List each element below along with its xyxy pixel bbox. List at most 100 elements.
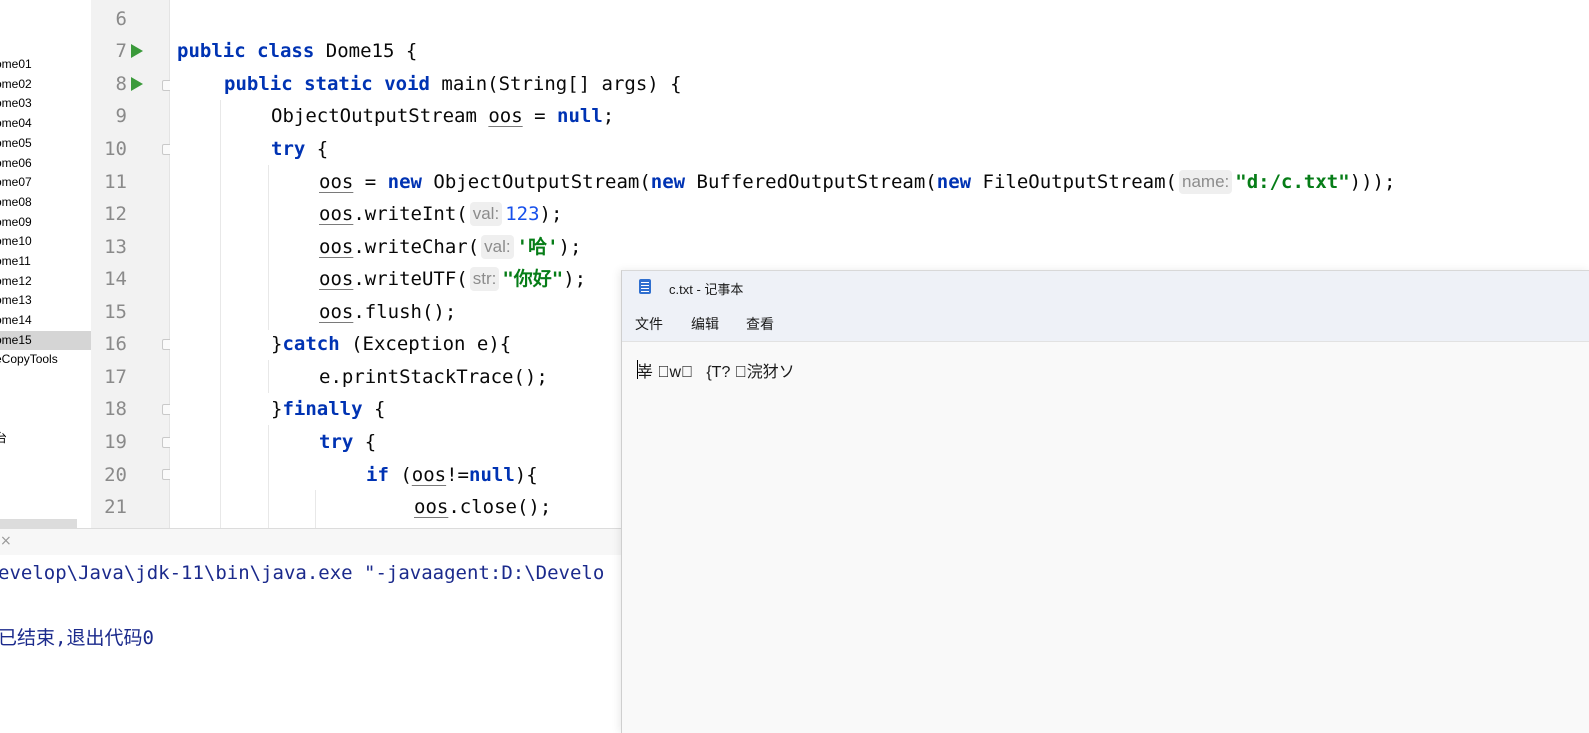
close-icon[interactable]: × <box>0 533 12 549</box>
code-text: ObjectOutputStream <box>271 105 489 127</box>
line-number: 21 <box>104 496 127 518</box>
line-number: 16 <box>104 333 127 355</box>
keyword: new <box>936 171 972 193</box>
variable: oos <box>319 171 354 193</box>
tree-item[interactable]: ome01 <box>0 55 91 74</box>
code-line-13: oos.writeChar(val: '哈'); <box>319 231 581 263</box>
tree-item[interactable]: ome05 <box>0 134 91 153</box>
code-line-20: if (oos!=null){ <box>366 459 538 491</box>
code-text: .writeUTF( <box>353 268 468 290</box>
tree-item[interactable]: ome09 <box>0 213 91 232</box>
code-text: = <box>522 105 557 127</box>
tree-item[interactable]: ome08 <box>0 193 91 212</box>
code-text: .flush(); <box>353 301 457 323</box>
keyword: class <box>257 40 315 62</box>
indent-guide <box>268 360 269 393</box>
indent-guide <box>315 490 316 528</box>
code-line-11: oos = new ObjectOutputStream(new Buffere… <box>319 166 1395 198</box>
code-line-10: try { <box>271 133 328 165</box>
variable: oos <box>414 496 449 518</box>
code-line-9: ObjectOutputStream oos = null; <box>271 100 614 132</box>
code-line-18: }finally { <box>271 393 385 425</box>
tree-item[interactable]: 台 <box>0 429 91 448</box>
code-line-17: e.printStackTrace(); <box>319 361 548 393</box>
line-number: 7 <box>115 40 127 62</box>
line-number: 18 <box>104 398 127 420</box>
variable: oos <box>319 301 354 323</box>
notepad-icon <box>639 279 651 294</box>
indent-guide <box>220 100 221 528</box>
line-number: 12 <box>104 203 127 225</box>
code-text: (Exception e){ <box>339 333 512 355</box>
line-number: 19 <box>104 431 127 453</box>
menu-file[interactable]: 文件 <box>635 314 663 334</box>
line-number: 11 <box>104 171 127 193</box>
tree-item[interactable]: ome13 <box>0 291 91 310</box>
code-line-12: oos.writeInt(val: 123); <box>319 198 562 230</box>
menu-view[interactable]: 查看 <box>746 314 774 334</box>
line-number: 20 <box>104 464 127 486</box>
tree-item[interactable]: eCopyTools <box>0 350 91 369</box>
tree-item[interactable]: ome03 <box>0 94 91 113</box>
project-tree: ome01 ome02 ome03 ome04 ome05 ome06 ome0… <box>0 0 92 528</box>
code-line-14: oos.writeUTF(str: "你好"); <box>319 263 586 295</box>
run-class-icon[interactable] <box>131 44 143 58</box>
line-number: 15 <box>104 301 127 323</box>
tree-horizontal-scrollbar[interactable] <box>0 519 77 528</box>
indent-guide <box>268 425 269 528</box>
console-command-line: evelop\Java\jdk-11\bin\java.exe "-javaag… <box>0 562 605 584</box>
line-number: 14 <box>104 268 127 290</box>
tree-item[interactable]: ome11 <box>0 252 91 271</box>
tree-item[interactable]: ome04 <box>0 114 91 133</box>
code-text: e.printStackTrace(); <box>319 366 548 388</box>
keyword: void <box>384 73 430 95</box>
line-number: 9 <box>115 105 127 127</box>
run-console[interactable]: evelop\Java\jdk-11\bin\java.exe "-javaag… <box>0 555 622 732</box>
code-text: ))); <box>1349 171 1396 193</box>
tree-item[interactable]: ome12 <box>0 272 91 291</box>
code-line-7: public class Dome15 { <box>177 35 417 67</box>
keyword: new <box>650 171 686 193</box>
tree-item[interactable]: ome10 <box>0 232 91 251</box>
keyword: catch <box>282 333 340 355</box>
parameter-hint: name: <box>1179 170 1233 194</box>
string-literal: "d:/c.txt" <box>1235 171 1350 193</box>
code-text: ( <box>388 464 412 486</box>
keyword: if <box>366 464 389 486</box>
keyword: null <box>469 464 515 486</box>
variable: oos <box>411 464 447 486</box>
code-line-16: }catch (Exception e){ <box>271 328 511 360</box>
code-text: ); <box>539 203 563 225</box>
code-text: ); <box>558 236 582 258</box>
indent-guide <box>268 165 269 330</box>
number-literal: 123 <box>505 203 540 225</box>
run-main-icon[interactable] <box>131 77 143 91</box>
parameter-hint: val: <box>481 235 514 259</box>
line-number: 8 <box>115 73 127 95</box>
notepad-text-content[interactable]: 峷  w  {T?  浣犲ソ <box>637 358 795 382</box>
code-text: ObjectOutputStream( <box>421 171 651 193</box>
variable: oos <box>319 268 354 290</box>
tree-item[interactable]: ome07 <box>0 173 91 192</box>
parameter-hint: str: <box>469 267 500 291</box>
variable: oos <box>319 203 354 225</box>
line-number: 6 <box>115 8 127 30</box>
tree-item[interactable]: ome02 <box>0 75 91 94</box>
code-text: FileOutputStream( <box>971 171 1177 193</box>
tree-item[interactable]: ome14 <box>0 311 91 330</box>
tree-item[interactable]: ome06 <box>0 154 91 173</box>
notepad-menubar: 文件 编辑 查看 <box>622 303 1589 342</box>
code-text: { <box>305 138 329 160</box>
tree-item-selected[interactable]: ome15 <box>0 331 91 350</box>
notepad-window[interactable]: c.txt - 记事本 文件 编辑 查看 峷  w  {T?  浣犲ソ <box>621 270 1589 733</box>
line-number: 10 <box>104 138 127 160</box>
code-text: != <box>446 464 469 486</box>
code-line-15: oos.flush(); <box>319 296 456 328</box>
code-line-8: public static void main(String[] args) { <box>224 68 682 100</box>
keyword: public <box>224 73 293 95</box>
menu-edit[interactable]: 编辑 <box>691 314 719 334</box>
keyword: finally <box>282 398 363 420</box>
notepad-titlebar[interactable]: c.txt - 记事本 <box>622 271 1589 303</box>
code-text: .close(); <box>448 496 552 518</box>
char-literal: '哈' <box>516 236 559 258</box>
